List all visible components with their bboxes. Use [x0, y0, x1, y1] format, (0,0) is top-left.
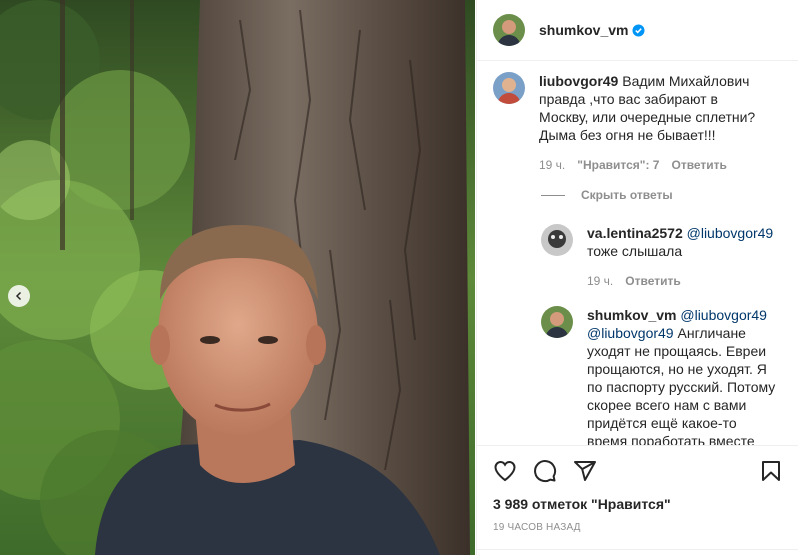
- reply-username[interactable]: shumkov_vm: [587, 307, 676, 323]
- bookmark-icon[interactable]: [759, 459, 783, 483]
- hide-replies-button[interactable]: Скрыть ответы: [541, 188, 798, 202]
- reply-mention[interactable]: @liubovgor49: [687, 225, 774, 241]
- reply-item: shumkov_vm @liubovgor49 @liubovgor49 Анг…: [541, 306, 798, 445]
- reply-avatar[interactable]: [541, 306, 573, 338]
- reply-mention-2[interactable]: @liubovgor49: [587, 325, 674, 341]
- hide-replies-divider: [541, 194, 565, 196]
- replies-section: Скрыть ответы va.lentina2572 @liubovgor4…: [477, 188, 798, 445]
- likes-count[interactable]: 3 989 отметок "Нравится": [477, 486, 798, 512]
- action-icons: [477, 446, 798, 486]
- comments-list[interactable]: liubovgor49 Вадим Михайлович правда ,что…: [477, 62, 798, 445]
- post-header: shumkov_vm: [477, 0, 798, 61]
- reply-username[interactable]: va.lentina2572: [587, 225, 683, 241]
- reply-mention[interactable]: @liubovgor49: [680, 307, 767, 323]
- reply-reply-button[interactable]: Ответить: [625, 274, 680, 288]
- reply-text: va.lentina2572 @liubovgor49 тоже слышала: [587, 224, 777, 260]
- reply-body: Англичане уходят не прощаясь. Евреи прощ…: [587, 325, 776, 445]
- verified-badge-icon: [632, 24, 645, 37]
- reply-text: shumkov_vm @liubovgor49 @liubovgor49 Анг…: [587, 306, 777, 445]
- chevron-left-icon: [15, 291, 22, 301]
- hide-replies-label: Скрыть ответы: [581, 188, 673, 202]
- share-icon[interactable]: [573, 459, 597, 483]
- post-photo: [0, 0, 475, 555]
- commenter-avatar[interactable]: [493, 72, 525, 104]
- reply-button[interactable]: Ответить: [671, 158, 726, 172]
- comment-icon[interactable]: [533, 459, 557, 483]
- reply-meta: 19 ч. Ответить: [587, 274, 777, 288]
- comment-meta: 19 ч. "Нравится": 7 Ответить: [539, 158, 769, 172]
- reply-item: va.lentina2572 @liubovgor49 тоже слышала…: [541, 224, 798, 288]
- reply-avatar[interactable]: [541, 224, 573, 256]
- post-actions: 3 989 отметок "Нравится" 19 ЧАСОВ НАЗАД: [477, 445, 798, 556]
- comment-text: liubovgor49 Вадим Михайлович правда ,что…: [539, 72, 769, 144]
- comment-likes[interactable]: "Нравится": 7: [577, 158, 659, 172]
- reply-time[interactable]: 19 ч.: [587, 274, 613, 288]
- comment-time[interactable]: 19 ч.: [539, 158, 565, 172]
- reply-body: тоже слышала: [587, 243, 683, 259]
- author-avatar[interactable]: [493, 14, 525, 46]
- post-photo-image: [0, 0, 475, 555]
- carousel-prev-button[interactable]: [8, 285, 30, 307]
- heart-icon[interactable]: [493, 459, 517, 483]
- post-side-panel: shumkov_vm liubovgor49 Вадим Михайлович: [476, 0, 798, 555]
- author-username[interactable]: shumkov_vm: [539, 22, 628, 38]
- post-timestamp[interactable]: 19 ЧАСОВ НАЗАД: [477, 512, 798, 533]
- comment-item: liubovgor49 Вадим Михайлович правда ,что…: [477, 62, 798, 172]
- comment-username[interactable]: liubovgor49: [539, 73, 618, 89]
